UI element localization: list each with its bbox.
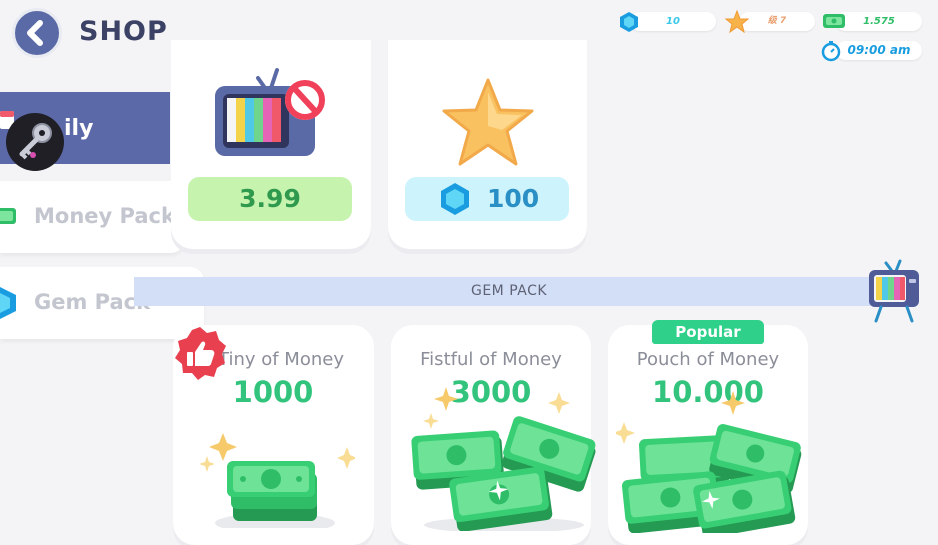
money-count: 1.575 xyxy=(836,12,922,31)
keyholder-overlay-button[interactable] xyxy=(6,113,64,171)
cash-pile-large-icon xyxy=(616,391,802,533)
offer-card-no-ads[interactable]: 3.99 xyxy=(171,40,371,249)
star-count: 级 7 xyxy=(739,12,815,31)
cash-icon xyxy=(823,14,845,28)
sidebar-item-label: ily xyxy=(64,116,94,141)
pack-card-pouch[interactable]: Pouch of Money 10.000 xyxy=(608,325,808,545)
gem-icon xyxy=(620,12,638,32)
thumbs-up-icon xyxy=(175,327,226,380)
chevron-left-icon xyxy=(27,20,43,46)
clock-time: 09:00 am xyxy=(836,41,922,60)
pack-card-fistful[interactable]: Fistful of Money 3000 xyxy=(391,325,596,545)
key-icon xyxy=(19,123,52,160)
no-ads-tv-icon xyxy=(215,68,325,156)
back-button[interactable] xyxy=(12,8,62,58)
cash-icon xyxy=(0,208,16,224)
popular-badge: Popular xyxy=(652,320,764,344)
stopwatch-icon xyxy=(821,41,841,62)
star-icon xyxy=(442,78,534,166)
gem-count: 10 xyxy=(630,12,716,31)
pack-title: Pouch of Money xyxy=(636,349,780,370)
cash-pile-icon xyxy=(411,387,596,531)
gem-price-button[interactable]: 100 xyxy=(405,177,569,221)
sidebar-item-label: Gem Pack xyxy=(34,290,151,314)
gem-icon xyxy=(0,287,16,319)
pack-title: Fistful of Money xyxy=(420,349,562,370)
gem-price: 100 xyxy=(487,184,540,213)
sidebar-item-label: Money Pack xyxy=(34,204,175,228)
sidebar-item-money-pack[interactable]: Money Pack xyxy=(0,181,185,253)
page-title: SHOP xyxy=(79,16,168,47)
price-button[interactable]: 3.99 xyxy=(188,177,352,221)
tv-icon[interactable] xyxy=(866,259,922,323)
gem-icon xyxy=(441,183,469,215)
offer-card-star[interactable]: 100 xyxy=(388,40,587,249)
cash-stack-icon xyxy=(199,433,355,528)
star-icon xyxy=(725,10,749,34)
section-banner: GEM PACK xyxy=(134,277,884,306)
